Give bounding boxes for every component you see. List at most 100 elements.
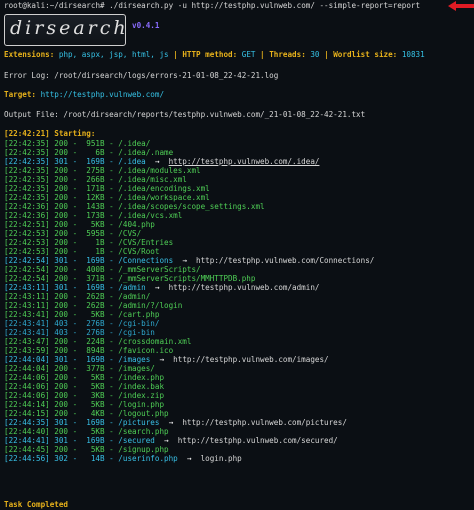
result-row: [22:44:35] 301 - 169B - /pictures → http…: [4, 418, 347, 427]
result-entry: [22:42:54] 301 - 169B - /Connections: [4, 256, 174, 265]
target-label: Target:: [4, 90, 41, 99]
result-entry: [22:44:14] 200 - 5KB - /login.php: [4, 400, 165, 409]
result-row: [22:42:51] 200 - 5KB - /404.php: [4, 220, 155, 229]
http-method-value: GET: [241, 50, 256, 59]
redirect-arrow-icon: →: [173, 256, 197, 265]
redirect-arrow-icon: →: [154, 436, 178, 445]
result-entry: [22:44:04] 301 - 169B - /images: [4, 355, 151, 364]
result-entry: [22:44:04] 200 - 377B - /images/: [4, 364, 155, 373]
extensions-value: php, aspx, jsp, html, js: [58, 50, 169, 59]
result-row: [22:43:41] 200 - 5KB - /cart.php: [4, 310, 159, 319]
wordlist-value: 10831: [401, 50, 425, 59]
result-row: [22:43:41] 403 - 276B - /cgi-bin/: [4, 319, 159, 328]
redirect-arrow-icon: →: [177, 454, 201, 463]
result-entry: [22:43:11] 200 - 262B - /admin/: [4, 292, 151, 301]
result-row: [22:44:14] 200 - 5KB - /login.php: [4, 400, 164, 409]
result-entry: [22:42:36] 200 - 143B - /.idea/scopes/sc…: [4, 202, 265, 211]
result-entry: [22:43:41] 403 - 276B - /cgi-bin: [4, 328, 155, 337]
result-entry: [22:42:51] 200 - 5KB - /404.php: [4, 220, 155, 229]
prompt-user: root@kali: [4, 1, 46, 10]
result-row: [22:42:35] 200 - 6B - /.idea/.name: [4, 148, 173, 157]
task-completed: Task Completed: [4, 500, 69, 509]
result-row: [22:42:35] 301 - 169B - /.idea → http://…: [4, 157, 319, 166]
result-entry: [22:42:35] 200 - 171B - /.idea/encodings…: [4, 184, 210, 193]
result-row: [22:42:35] 200 - 12KB - /.idea/workspace…: [4, 193, 210, 202]
result-entry: [22:44:40] 200 - 5KB - /search.php: [4, 427, 169, 436]
result-row: [22:43:11] 301 - 169B - /admin → http://…: [4, 283, 319, 292]
target-line: Target: http://testphp.vulnweb.com/: [4, 90, 164, 99]
result-entry: [22:42:53] 200 - 1B - /CVS/Root: [4, 247, 160, 256]
prompt-path: :~/dirsearch#: [45, 1, 110, 10]
result-row: [22:43:11] 200 - 262B - /admin/: [4, 292, 150, 301]
result-entry: [22:43:41] 403 - 276B - /cgi-bin/: [4, 319, 160, 328]
separator: |: [255, 50, 270, 59]
result-entry: [22:42:35] 200 - 266B - /.idea/misc.xml: [4, 175, 187, 184]
result-entry: [22:42:35] 301 - 169B - /.idea: [4, 157, 146, 166]
dirsearch-logo: dirsearch: [4, 14, 144, 46]
result-row: [22:42:53] 200 - 1B - /CVS/Root: [4, 247, 159, 256]
result-row: [22:44:04] 301 - 169B - /images → http:/…: [4, 355, 329, 364]
result-row: [22:44:04] 200 - 377B - /images/: [4, 364, 155, 373]
result-row: [22:42:54] 200 - 371B - /_mmServerScript…: [4, 274, 255, 283]
result-row: [22:42:36] 200 - 143B - /.idea/scopes/sc…: [4, 202, 265, 211]
redirect-url[interactable]: http://testphp.vulnweb.com/Connections/: [196, 256, 374, 265]
redirect-url[interactable]: http://testphp.vulnweb.com/pictures/: [182, 418, 347, 427]
starting-line: [22:42:21] Starting:: [4, 129, 95, 138]
redirect-url[interactable]: http://testphp.vulnweb.com/.idea/: [169, 157, 320, 166]
result-entry: [22:42:53] 200 - 595B - /CVS/: [4, 229, 142, 238]
result-entry: [22:44:41] 301 - 169B - /secured: [4, 436, 155, 445]
redirect-url[interactable]: http://testphp.vulnweb.com/secured/: [178, 436, 338, 445]
result-row: [22:43:47] 200 - 224B - /crossdomain.xml: [4, 337, 191, 346]
result-row: [22:44:06] 200 - 3KB - /index.zip: [4, 391, 164, 400]
redirect-url[interactable]: http://testphp.vulnweb.com/admin/: [169, 283, 320, 292]
result-entry: [22:44:06] 200 - 3KB - /index.zip: [4, 391, 165, 400]
target-url: http://testphp.vulnweb.com/: [40, 90, 165, 99]
result-entry: [22:42:36] 200 - 173B - /.idea/vcs.xml: [4, 211, 183, 220]
error-log-line: Error Log: /root/dirsearch/logs/errors-2…: [4, 71, 279, 80]
threads-value: 30: [310, 50, 320, 59]
redirect-arrow-icon: →: [150, 355, 174, 364]
result-entry: [22:43:11] 200 - 262B - /admin/?/login: [4, 301, 183, 310]
result-row: [22:44:56] 302 - 14B - /userinfo.php → l…: [4, 454, 242, 463]
redirect-arrow-icon: →: [145, 283, 169, 292]
starting-time: [22:42:21]: [4, 129, 50, 138]
result-entry: [22:43:59] 200 - 894B - /favicon.ico: [4, 346, 174, 355]
result-row: [22:42:53] 200 - 1B - /CVS/Entries: [4, 238, 173, 247]
result-row: [22:43:59] 200 - 894B - /favicon.ico: [4, 346, 173, 355]
terminal-window[interactable]: root@kali:~/dirsearch# ./dirsearch.py -u…: [0, 0, 474, 510]
command-prompt: root@kali:~/dirsearch# ./dirsearch.py -u…: [4, 1, 420, 10]
result-entry: [22:42:54] 200 - 400B - /_mmServerScript…: [4, 265, 201, 274]
result-entry: [22:42:35] 200 - 951B - /.idea/: [4, 139, 151, 148]
redirect-url[interactable]: login.php: [201, 454, 242, 463]
redirect-arrow-icon: →: [145, 157, 169, 166]
result-row: [22:44:45] 200 - 5KB - /signup.php: [4, 445, 169, 454]
result-row: [22:43:41] 403 - 276B - /cgi-bin: [4, 328, 155, 337]
result-entry: [22:43:41] 200 - 5KB - /cart.php: [4, 310, 160, 319]
result-row: [22:44:06] 200 - 5KB - /index.php: [4, 373, 164, 382]
wordlist-label: Wordlist size:: [333, 50, 402, 59]
result-row: [22:44:15] 200 - 4KB - /logout.php: [4, 409, 169, 418]
result-row: [22:43:11] 200 - 262B - /admin/?/login: [4, 301, 182, 310]
separator: |: [168, 50, 183, 59]
result-entry: [22:43:47] 200 - 224B - /crossdomain.xml: [4, 337, 192, 346]
result-row: [22:42:54] 301 - 169B - /Connections → h…: [4, 256, 374, 265]
result-row: [22:44:40] 200 - 5KB - /search.php: [4, 427, 169, 436]
result-entry: [22:44:06] 200 - 5KB - /index.bak: [4, 382, 165, 391]
prompt-command: ./dirsearch.py -u http://testphp.vulnweb…: [109, 1, 421, 10]
result-row: [22:42:53] 200 - 595B - /CVS/: [4, 229, 141, 238]
http-method-label: HTTP method:: [182, 50, 242, 59]
result-row: [22:42:35] 200 - 171B - /.idea/encodings…: [4, 184, 210, 193]
result-row: [22:44:41] 301 - 169B - /secured → http:…: [4, 436, 338, 445]
result-row: [22:42:35] 200 - 266B - /.idea/misc.xml: [4, 175, 187, 184]
result-entry: [22:44:56] 302 - 14B - /userinfo.php: [4, 454, 178, 463]
result-row: [22:44:06] 200 - 5KB - /index.bak: [4, 382, 164, 391]
logo-text: dirsearch: [10, 17, 129, 39]
redirect-url[interactable]: http://testphp.vulnweb.com/images/: [173, 355, 328, 364]
separator: |: [319, 50, 334, 59]
result-entry: [22:44:15] 200 - 4KB - /logout.php: [4, 409, 169, 418]
redirect-arrow-icon: →: [159, 418, 183, 427]
result-entry: [22:44:45] 200 - 5KB - /signup.php: [4, 445, 169, 454]
result-entry: [22:42:35] 200 - 6B - /.idea/.name: [4, 148, 174, 157]
red-arrow-annotation-icon: [448, 1, 474, 11]
result-entry: [22:42:35] 200 - 12KB - /.idea/workspace…: [4, 193, 210, 202]
